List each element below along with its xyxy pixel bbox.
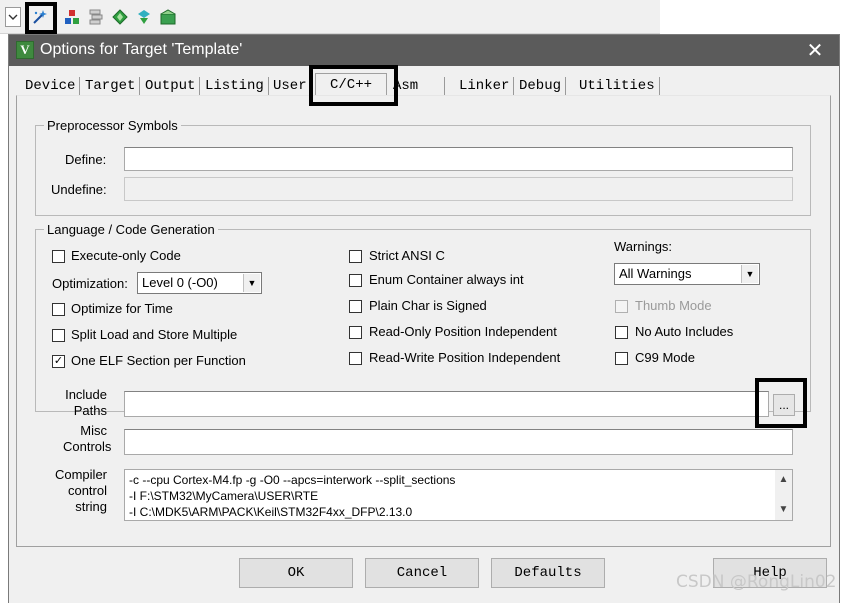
warnings-select[interactable]: All Warnings ▼ xyxy=(614,263,760,285)
package-icon[interactable] xyxy=(158,7,178,27)
optimization-select[interactable]: Level 0 (-O0) ▼ xyxy=(137,272,262,294)
tab-content-panel: Preprocessor Symbols Define: Undefine: L… xyxy=(16,95,831,547)
optimize-time-label: Optimize for Time xyxy=(71,301,173,316)
thumb-mode-checkbox[interactable] xyxy=(615,300,628,313)
component-icon[interactable] xyxy=(62,7,82,27)
thumb-mode-label: Thumb Mode xyxy=(635,298,712,313)
no-auto-includes-label: No Auto Includes xyxy=(635,324,734,339)
defaults-button[interactable]: Defaults xyxy=(491,558,605,588)
include-paths-input[interactable] xyxy=(124,391,769,417)
dialog-title: Options for Target 'Template' xyxy=(40,41,243,58)
strict-ansi-checkbox[interactable] xyxy=(349,250,362,263)
ro-position-checkbox[interactable] xyxy=(349,326,362,339)
warnings-label: Warnings: xyxy=(614,239,673,254)
options-dialog: V Options for Target 'Template' ✕ Device… xyxy=(8,34,840,603)
preprocessor-legend: Preprocessor Symbols xyxy=(47,118,178,133)
tab-listing[interactable]: Listing xyxy=(201,77,269,97)
tab-device[interactable]: Device xyxy=(21,77,81,97)
keil-logo-icon: V xyxy=(16,41,34,59)
plain-char-label: Plain Char is Signed xyxy=(369,298,487,313)
diamond-icon[interactable] xyxy=(110,7,130,27)
tab-target[interactable]: Target xyxy=(81,77,141,97)
tab-linker[interactable]: Linker xyxy=(455,77,515,97)
tab-utilities[interactable]: Utilities xyxy=(575,77,660,97)
dropdown-icon[interactable] xyxy=(5,7,21,27)
tab-output[interactable]: Output xyxy=(141,77,201,97)
toolbar xyxy=(0,0,660,34)
undefine-input[interactable] xyxy=(124,177,793,201)
chevron-down-icon[interactable]: ▼ xyxy=(741,265,758,283)
optimization-value: Level 0 (-O0) xyxy=(142,275,218,290)
stack-icon[interactable] xyxy=(86,7,106,27)
plain-char-checkbox[interactable] xyxy=(349,300,362,313)
rw-position-label: Read-Write Position Independent xyxy=(369,350,561,365)
enum-container-checkbox[interactable] xyxy=(349,274,362,287)
include-browse-highlight-box xyxy=(755,378,807,428)
optimization-label: Optimization: xyxy=(52,276,128,291)
warnings-value: All Warnings xyxy=(619,266,692,281)
cancel-button[interactable]: Cancel xyxy=(365,558,479,588)
compiler-control-label: Compiler control string xyxy=(54,467,107,514)
execute-only-checkbox[interactable] xyxy=(52,250,65,263)
language-legend: Language / Code Generation xyxy=(47,222,215,237)
enum-container-label: Enum Container always int xyxy=(369,272,524,287)
c-cpp-tab-highlight-box xyxy=(309,65,398,106)
split-load-checkbox[interactable] xyxy=(52,329,65,342)
optimize-time-checkbox[interactable] xyxy=(52,303,65,316)
chevron-down-icon[interactable]: ▼ xyxy=(779,502,789,518)
one-elf-label: One ELF Section per Function xyxy=(71,353,246,368)
c99-mode-checkbox[interactable] xyxy=(615,352,628,365)
compiler-control-text[interactable]: -c --cpu Cortex-M4.fp -g -O0 --apcs=inte… xyxy=(124,469,793,521)
ok-button[interactable]: OK xyxy=(239,558,353,588)
tab-debug[interactable]: Debug xyxy=(515,77,567,97)
split-load-label: Split Load and Store Multiple xyxy=(71,327,238,342)
one-elf-checkbox[interactable]: ✓ xyxy=(52,355,65,368)
no-auto-includes-checkbox[interactable] xyxy=(615,326,628,339)
tab-user[interactable]: User xyxy=(269,77,312,97)
close-icon[interactable]: ✕ xyxy=(803,38,827,62)
c99-mode-label: C99 Mode xyxy=(635,350,695,365)
misc-controls-input[interactable] xyxy=(124,429,793,455)
wand-highlight-box xyxy=(25,2,57,34)
chevron-down-icon[interactable]: ▼ xyxy=(243,274,260,292)
define-label: Define: xyxy=(65,152,107,167)
chevron-up-icon[interactable]: ▲ xyxy=(779,472,789,488)
undefine-label: Undefine: xyxy=(51,182,107,197)
execute-only-label: Execute-only Code xyxy=(71,248,181,263)
run-icon[interactable] xyxy=(134,7,154,27)
define-input[interactable] xyxy=(124,147,793,171)
rw-position-checkbox[interactable] xyxy=(349,352,362,365)
ro-position-label: Read-Only Position Independent xyxy=(369,324,557,339)
misc-controls-label: Misc Controls xyxy=(63,423,112,454)
vertical-scrollbar[interactable]: ▲ ▼ xyxy=(775,470,792,520)
strict-ansi-label: Strict ANSI C xyxy=(369,248,445,263)
watermark: CSDN @RongLin02 xyxy=(676,572,837,592)
title-bar: V Options for Target 'Template' ✕ xyxy=(9,35,839,66)
include-paths-label: Include Paths xyxy=(65,387,107,418)
